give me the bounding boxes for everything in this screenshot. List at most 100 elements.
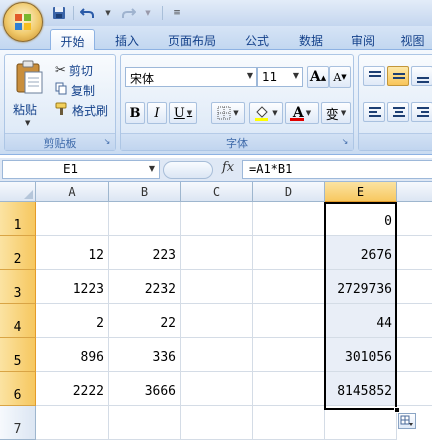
cell-a1[interactable]	[36, 202, 109, 236]
cell-c7[interactable]	[181, 406, 253, 440]
align-left-button[interactable]	[363, 102, 385, 122]
name-box[interactable]: E1 ▼	[2, 160, 160, 179]
cell-a7[interactable]	[36, 406, 109, 440]
cell-d7[interactable]	[253, 406, 325, 440]
cell-f4[interactable]	[397, 304, 432, 338]
save-icon[interactable]	[50, 4, 68, 22]
cell-b7[interactable]	[109, 406, 181, 440]
undo-dropdown-icon[interactable]: ▼	[99, 4, 117, 22]
cell-a4[interactable]: 2	[36, 304, 109, 338]
cell-c3[interactable]	[181, 270, 253, 304]
font-name-combo[interactable]: 宋体 ▼	[125, 67, 257, 87]
cell-b2[interactable]: 223	[109, 236, 181, 270]
cut-button[interactable]: ✂ 剪切	[55, 61, 93, 79]
copy-button[interactable]: 复制	[55, 81, 95, 99]
tab-insert[interactable]: 插入	[104, 29, 150, 50]
borders-button[interactable]: ▼	[211, 102, 245, 124]
column-header-f[interactable]	[397, 182, 432, 202]
row-header-3[interactable]: 3	[0, 270, 36, 304]
cell-f6[interactable]	[397, 372, 432, 406]
align-top-button[interactable]	[363, 66, 385, 86]
italic-button[interactable]: I	[147, 102, 167, 124]
formula-bar-resize-handle[interactable]	[163, 161, 213, 179]
tab-page-layout[interactable]: 页面布局	[160, 29, 224, 50]
bold-button[interactable]: B	[125, 102, 145, 124]
redo-icon[interactable]	[119, 4, 137, 22]
tab-home[interactable]: 开始	[50, 29, 95, 51]
redo-dropdown-icon[interactable]: ▼	[139, 4, 157, 22]
worksheet-grid: A B C D E 1 0 2 12 223 2676 3 1223 2232 …	[0, 182, 432, 442]
cell-a6[interactable]: 2222	[36, 372, 109, 406]
cell-e3[interactable]: 2729736	[325, 270, 397, 304]
cell-a3[interactable]: 1223	[36, 270, 109, 304]
font-size-combo[interactable]: 11 ▼	[257, 67, 303, 87]
paste-dropdown-icon[interactable]: ▼	[25, 119, 30, 127]
align-center-button[interactable]	[387, 102, 409, 122]
grow-font-button[interactable]: A ▲	[307, 66, 329, 88]
auto-fill-options-button[interactable]	[398, 413, 416, 429]
cell-e7[interactable]	[325, 406, 397, 440]
cell-c6[interactable]	[181, 372, 253, 406]
cell-b4[interactable]: 22	[109, 304, 181, 338]
cell-a5[interactable]: 896	[36, 338, 109, 372]
cell-e1[interactable]: 0	[325, 202, 397, 236]
row-header-4[interactable]: 4	[0, 304, 36, 338]
insert-function-icon[interactable]: fx	[222, 160, 234, 175]
font-launcher-icon[interactable]: ↘	[340, 137, 350, 147]
row-header-6[interactable]: 6	[0, 372, 36, 406]
cell-f3[interactable]	[397, 270, 432, 304]
cell-d3[interactable]	[253, 270, 325, 304]
cell-c2[interactable]	[181, 236, 253, 270]
cell-c5[interactable]	[181, 338, 253, 372]
column-header-d[interactable]: D	[253, 182, 325, 202]
paste-icon	[16, 60, 43, 94]
tab-formulas[interactable]: 公式	[234, 29, 280, 50]
cell-c4[interactable]	[181, 304, 253, 338]
tab-data[interactable]: 数据	[288, 29, 334, 50]
font-color-button[interactable]: A ▼	[285, 102, 319, 124]
cell-a2[interactable]: 12	[36, 236, 109, 270]
fill-color-button[interactable]: ▼	[249, 102, 283, 124]
align-middle-button[interactable]	[387, 66, 409, 86]
tab-view[interactable]: 视图	[393, 29, 432, 50]
row-header-1[interactable]: 1	[0, 202, 36, 236]
undo-icon[interactable]	[79, 4, 97, 22]
cell-e5[interactable]: 301056	[325, 338, 397, 372]
cell-c1[interactable]	[181, 202, 253, 236]
cell-d4[interactable]	[253, 304, 325, 338]
underline-button[interactable]: U ▼	[169, 102, 197, 124]
row-header-5[interactable]: 5	[0, 338, 36, 372]
cell-b1[interactable]	[109, 202, 181, 236]
row-header-7[interactable]: 7	[0, 406, 36, 440]
office-button[interactable]	[3, 2, 43, 42]
cell-d6[interactable]	[253, 372, 325, 406]
cell-b5[interactable]: 336	[109, 338, 181, 372]
cell-d1[interactable]	[253, 202, 325, 236]
column-header-b[interactable]: B	[109, 182, 181, 202]
format-painter-button[interactable]: 格式刷	[55, 101, 108, 119]
tab-review[interactable]: 审阅	[340, 29, 386, 50]
cell-e4[interactable]: 44	[325, 304, 397, 338]
column-header-c[interactable]: C	[181, 182, 253, 202]
formula-input[interactable]: =A1*B1	[242, 160, 432, 179]
cell-b3[interactable]: 2232	[109, 270, 181, 304]
column-header-a[interactable]: A	[36, 182, 109, 202]
cell-d2[interactable]	[253, 236, 325, 270]
cell-d5[interactable]	[253, 338, 325, 372]
cell-f1[interactable]	[397, 202, 432, 236]
customize-toolbar-icon[interactable]: ≡	[168, 4, 186, 22]
align-right-button[interactable]	[411, 102, 432, 122]
align-bottom-button[interactable]	[411, 66, 432, 86]
cell-f5[interactable]	[397, 338, 432, 372]
column-header-e[interactable]: E	[325, 182, 397, 202]
cell-b6[interactable]: 3666	[109, 372, 181, 406]
row-header-2[interactable]: 2	[0, 236, 36, 270]
clipboard-launcher-icon[interactable]: ↘	[102, 137, 112, 147]
paste-button[interactable]: 粘贴 ▼	[11, 59, 47, 127]
select-all-button[interactable]	[0, 182, 36, 202]
cell-e2[interactable]: 2676	[325, 236, 397, 270]
phonetic-button[interactable]: 变 ▼	[321, 102, 351, 124]
shrink-font-button[interactable]: A ▼	[329, 66, 351, 88]
cell-f2[interactable]	[397, 236, 432, 270]
cell-e6[interactable]: 8145852	[325, 372, 397, 406]
